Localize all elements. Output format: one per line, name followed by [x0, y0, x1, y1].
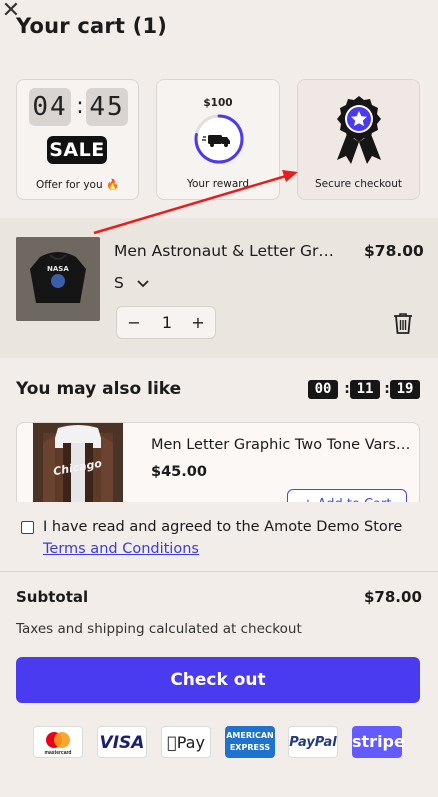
terms-checkbox[interactable] [21, 521, 34, 534]
checkout-button[interactable]: Check out [16, 657, 420, 703]
subtotal-value: $78.00 [364, 588, 422, 606]
timer-hours: 00 [308, 380, 338, 399]
terms-statement: I have read and agreed to the Amote Demo… [43, 519, 403, 535]
apple-icon:  [167, 733, 177, 752]
recommendations-title: You may also like [16, 379, 182, 399]
recommendation-image[interactable]: Chicago [33, 423, 123, 502]
terms-text: I have read and agreed to the Amote Demo… [43, 516, 413, 560]
svg-text:mastercard: mastercard [45, 750, 72, 756]
tax-note: Taxes and shipping calculated at checkou… [16, 621, 302, 637]
recommendation-title[interactable]: Men Letter Graphic Two Tone Varsity Jack… [151, 437, 413, 453]
recommendation-price: $45.00 [151, 464, 207, 480]
add-to-cart-button[interactable]: + Add to Cart [287, 489, 407, 502]
timer-seconds: 19 [390, 380, 420, 399]
stripe-icon: stripe [352, 726, 405, 758]
visa-icon: VISA [97, 726, 147, 758]
timer-minutes: 11 [350, 380, 380, 399]
amex-line-2: EXPRESS [229, 743, 271, 752]
amex-icon: AMERICAN EXPRESS [225, 726, 275, 758]
paypal-icon: PayPal [288, 726, 338, 758]
apple-pay-label: Pay [171, 733, 205, 752]
recommendation-card: Chicago Men Letter Graphic Two Tone Vars… [16, 422, 420, 502]
amex-line-1: AMERICAN [226, 731, 274, 740]
subtotal-label: Subtotal [16, 588, 89, 606]
mastercard-icon: mastercard [33, 726, 83, 758]
apple-pay-icon: Pay [161, 726, 211, 758]
summary-divider [0, 571, 438, 572]
terms-link[interactable]: Terms and Conditions [43, 541, 199, 557]
